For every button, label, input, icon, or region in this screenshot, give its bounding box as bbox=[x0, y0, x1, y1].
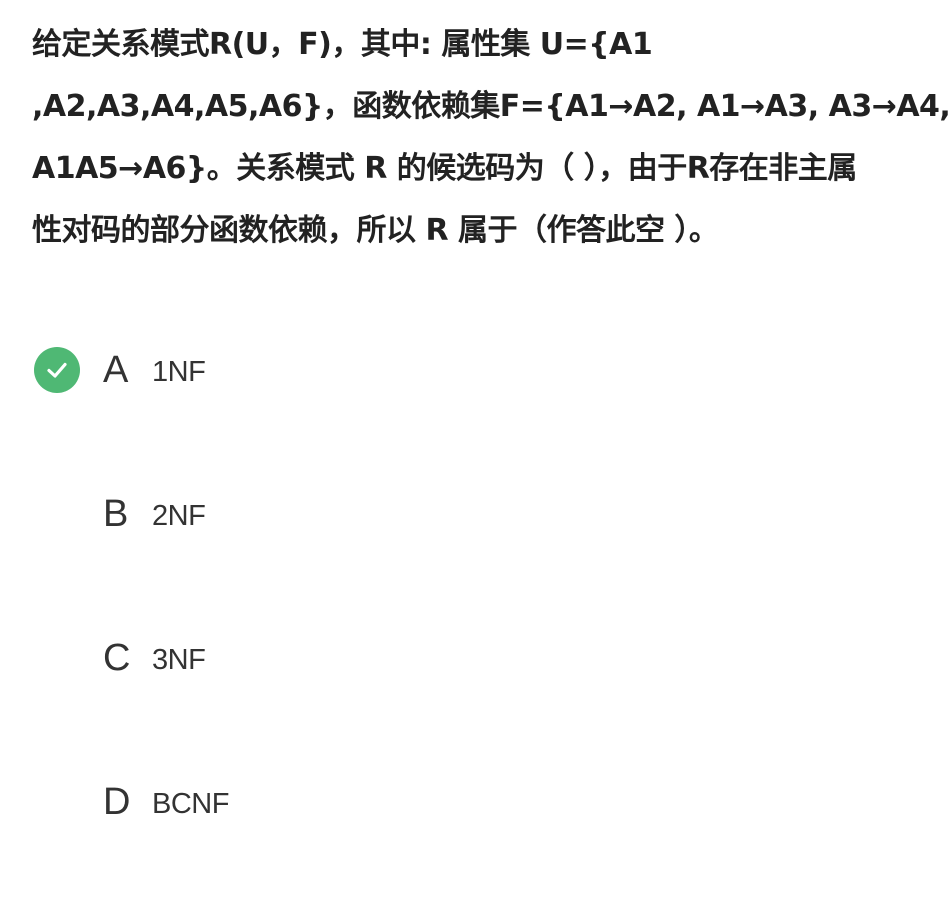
option-letter: B bbox=[103, 493, 129, 535]
option-text: 3NF bbox=[152, 644, 206, 676]
option-b[interactable]: B 2NF bbox=[0, 480, 952, 624]
question-line: ,A2,A3,A4,A5,A6}，函数依赖集F={A1→A2, A1→A3, A… bbox=[32, 89, 951, 124]
question-line: A1A5→A6}。关系模式 R 的候选码为（ ），由于R存在非主属 bbox=[32, 151, 857, 186]
option-text: 2NF bbox=[152, 500, 206, 532]
option-a[interactable]: A 1NF bbox=[0, 336, 952, 480]
check-circle-icon bbox=[34, 347, 80, 393]
question-line: 性对码的部分函数依赖，所以 R 属于（作答此空 ）。 bbox=[32, 213, 719, 248]
option-letter: D bbox=[103, 781, 131, 823]
answer-options: A 1NF B 2NF C 3NF D BCNF bbox=[0, 336, 952, 912]
option-d[interactable]: D BCNF bbox=[0, 768, 952, 912]
option-letter: C bbox=[103, 637, 131, 679]
option-text: 1NF bbox=[152, 356, 206, 388]
question-stem: 给定关系模式R(U，F)，其中: 属性集 U={A1 ,A2,A3,A4,A5,… bbox=[32, 14, 951, 262]
option-text: BCNF bbox=[152, 788, 229, 820]
option-letter: A bbox=[103, 349, 129, 391]
option-c[interactable]: C 3NF bbox=[0, 624, 952, 768]
question-line: 给定关系模式R(U，F)，其中: 属性集 U={A1 bbox=[32, 27, 653, 62]
